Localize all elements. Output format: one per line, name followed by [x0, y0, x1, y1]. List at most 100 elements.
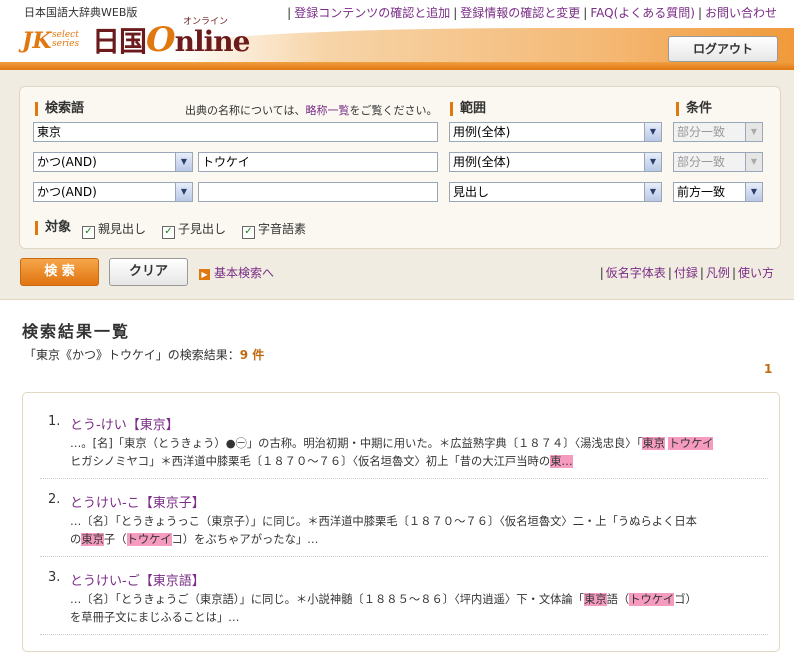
snippet-text: …。 — [70, 437, 93, 450]
item-snippet: …〔名〕「とうきょうっこ（東京子）」に同じ。＊西洋道中膝栗毛〔１８７０〜７６〕〈… — [70, 513, 760, 549]
range-3-select[interactable]: 見出し ▼ — [449, 182, 662, 202]
item-snippet: …〔名〕「とうきょうご（東京語）」に同じ。＊小説神髄〔１８８５〜８６〕〈坪内逍遥… — [70, 591, 760, 627]
operator-2-value: かつ(AND) — [37, 155, 97, 169]
item-separator — [40, 634, 768, 636]
snippet-text: 語（ — [606, 593, 630, 606]
item-number: 1. — [48, 414, 61, 429]
link-register-content[interactable]: 登録コンテンツの確認と追加 — [291, 6, 453, 20]
condition-1-select: 部分一致 ▼ — [673, 122, 763, 142]
abbrev-note: 出典の名称については、略称一覧をご覧ください。 — [185, 102, 437, 118]
logout-button[interactable]: ログアウト — [668, 36, 778, 62]
chevron-down-icon: ▼ — [175, 153, 192, 171]
target-label: 対象 — [35, 221, 71, 235]
chevron-down-icon: ▼ — [175, 183, 192, 201]
link-usage[interactable]: 使い方 — [736, 266, 776, 280]
link-contact[interactable]: お問い合わせ — [702, 6, 780, 20]
divider — [0, 299, 794, 300]
snippet-text: 」の古称。明治初期・中期に用いた。＊広益熟字典〔１８７４〕〈湯浅忠良〉「 — [246, 437, 643, 450]
range-3-value: 見出し — [453, 185, 490, 199]
logo-jk: JK — [22, 28, 52, 54]
snippet-highlight: 東京 — [642, 437, 665, 450]
basic-search-link[interactable]: ▶ 基本検索へ — [199, 264, 274, 281]
snippet-text: ヒガシノミヤコ」＊西洋道中膝栗毛〔１８７０〜７６〕〈仮名垣魯文〉初上「昔の大江戸… — [70, 455, 551, 468]
results-count-prefix: 「東京《かつ》トウケイ」の検索結果： — [24, 348, 240, 362]
snippet-highlight: トウケイ — [668, 437, 714, 450]
target-kanji-label: 字音語素 — [258, 222, 307, 236]
snippet-text: コ）をぶちゃアがったな」… — [171, 533, 319, 546]
abbrev-note-after: をご覧ください。 — [349, 104, 438, 117]
logo-main-kanji: 日国 — [92, 25, 147, 58]
snippet-text: [名]「東京（とうきょう） — [92, 437, 226, 450]
condition-3-value: 前方一致 — [677, 185, 726, 199]
target-child-label: 子見出し — [178, 222, 227, 236]
target-parent-checkbox[interactable]: ✓ 親見出し — [82, 220, 146, 239]
condition-2-select: 部分一致 ▼ — [673, 152, 763, 172]
checkmark-icon: ✓ — [242, 226, 255, 239]
link-legend[interactable]: 凡例 — [704, 266, 732, 280]
operator-3-select[interactable]: かつ(AND) ▼ — [33, 182, 193, 202]
link-faq[interactable]: FAQ(よくある質問) — [587, 6, 698, 20]
chevron-down-icon: ▼ — [745, 183, 762, 201]
snippet-text: を草冊子文にまじふることは」… — [70, 611, 240, 624]
keyword-label: 検索語 — [35, 102, 84, 116]
snippet-text: …〔名〕「とうきょうっこ（東京子）」に同じ。＊西洋道中膝栗毛〔１８７０〜７６〕〈… — [70, 515, 697, 528]
condition-1-value: 部分一致 — [677, 125, 726, 139]
range-1-value: 用例(全体) — [453, 125, 511, 139]
item-number: 3. — [48, 570, 61, 585]
condition-3-select[interactable]: 前方一致 ▼ — [673, 182, 763, 202]
snippet-highlight: トウケイ — [629, 593, 675, 606]
condition-2-value: 部分一致 — [677, 155, 726, 169]
item-headword-link[interactable]: とう‐けい【東京】 — [70, 414, 179, 433]
logo-select-series: select series — [52, 30, 80, 49]
chevron-down-icon: ▼ — [644, 183, 661, 201]
target-child-checkbox[interactable]: ✓ 子見出し — [162, 220, 226, 239]
snippet-text: …〔名〕「とうきょうご（東京語）」に同じ。＊小説神髄〔１８８５〜８６〕〈坪内逍遥… — [70, 593, 585, 606]
item-separator — [40, 556, 768, 558]
checkmark-icon: ✓ — [82, 226, 95, 239]
top-links: | 登録コンテンツの確認と追加 | 登録情報の確認と変更 | FAQ(よくある質問) | お問… — [287, 4, 780, 21]
link-register-info[interactable]: 登録情報の確認と変更 — [457, 6, 583, 20]
results-count-value: 9 件 — [239, 348, 265, 362]
abbrev-note-before: 出典の名称については、 — [185, 104, 306, 117]
item-headword-link[interactable]: とうけい‐ご【東京語】 — [70, 570, 205, 589]
logo-main-nline: nline — [174, 25, 251, 58]
abbrev-list-link[interactable]: 略称一覧 — [305, 104, 349, 117]
snippet-text: ゴ） — [674, 593, 697, 606]
chevron-down-icon: ▼ — [644, 153, 661, 171]
link-appendix[interactable]: 付録 — [672, 266, 700, 280]
basic-search-label[interactable]: 基本検索へ — [214, 266, 274, 280]
snippet-highlight: 東京 — [584, 593, 607, 606]
site-caption: 日本国語大辞典WEB版 — [24, 6, 138, 19]
range-2-select[interactable]: 用例(全体) ▼ — [449, 152, 662, 172]
range-1-select[interactable]: 用例(全体) ▼ — [449, 122, 662, 142]
search-term-2-input[interactable]: トウケイ — [198, 152, 438, 172]
search-term-3-input[interactable] — [198, 182, 438, 202]
results-title: 検索結果一覧 — [22, 322, 131, 341]
link-kana-chart[interactable]: 仮名字体表 — [604, 266, 668, 280]
arrow-right-icon: ▶ — [199, 269, 210, 280]
chevron-down-icon: ▼ — [745, 123, 762, 141]
range-label: 範囲 — [450, 102, 486, 116]
page-number[interactable]: 1 — [764, 362, 772, 376]
item-number: 2. — [48, 492, 61, 507]
header-bar — [0, 62, 794, 70]
search-button[interactable]: 検 索 — [20, 258, 99, 286]
operator-2-select[interactable]: かつ(AND) ▼ — [33, 152, 193, 172]
clear-button[interactable]: クリア — [109, 258, 188, 286]
item-headword-link[interactable]: とうけい‐こ【東京子】 — [70, 492, 205, 511]
chevron-down-icon: ▼ — [745, 153, 762, 171]
logo-online-kana: オンライン — [183, 17, 229, 27]
range-2-value: 用例(全体) — [453, 155, 511, 169]
chevron-down-icon: ▼ — [644, 123, 661, 141]
target-kanji-checkbox[interactable]: ✓ 字音語素 — [242, 220, 306, 239]
search-term-1-input[interactable]: 東京 — [33, 122, 438, 142]
circled-mark-icon: ●㊀ — [225, 437, 247, 450]
checkmark-icon: ✓ — [162, 226, 175, 239]
snippet-highlight: 東京 — [81, 533, 104, 546]
target-parent-label: 親見出し — [98, 222, 147, 236]
item-separator — [40, 478, 768, 480]
results-count: 「東京《かつ》トウケイ」の検索結果：9 件 — [24, 346, 264, 363]
snippet-highlight: トウケイ — [126, 533, 172, 546]
logo-main-o: O — [146, 20, 176, 60]
operator-3-value: かつ(AND) — [37, 185, 97, 199]
